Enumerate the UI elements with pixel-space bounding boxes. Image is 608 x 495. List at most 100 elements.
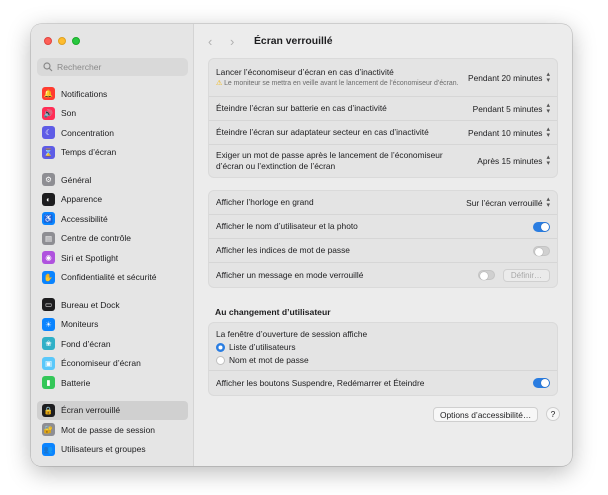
user-switch-group: La fenêtre d’ouverture de session affich… bbox=[208, 322, 558, 396]
users-icon: 👥 bbox=[42, 442, 55, 456]
sidebar-item-label: Confidentialité et sécurité bbox=[61, 272, 157, 283]
toolbar: ‹ › Écran verrouillé bbox=[195, 24, 572, 58]
hints-toggle[interactable] bbox=[533, 245, 550, 256]
sidebar-item-label: Son bbox=[61, 108, 77, 119]
radio-name-password-button[interactable] bbox=[216, 356, 225, 365]
sidebar-item-label: Fond d’écran bbox=[61, 338, 111, 349]
screensaver-warning-text: Le moniteur se mettra en veille avant le… bbox=[224, 80, 459, 87]
battery-icon: ▮ bbox=[42, 376, 55, 390]
maximize-window-button[interactable] bbox=[72, 37, 80, 45]
accessibility-icon: ♿ bbox=[42, 212, 55, 226]
accessibility-options-button[interactable]: Options d’accessibilité… bbox=[433, 407, 539, 422]
sidebar-item[interactable]: 🔒 Écran verrouillé bbox=[37, 400, 188, 420]
battery-popup[interactable]: Pendant 5 minutes ▴ ▾ bbox=[472, 102, 550, 115]
sidebar-item-label: Économiseur d’écran bbox=[61, 358, 141, 369]
hints-row: Afficher les indices de mot de passe bbox=[209, 239, 557, 263]
sidebar-item[interactable]: 👥 Utilisateurs et groupes bbox=[37, 440, 188, 460]
siri-icon: ◉ bbox=[42, 251, 55, 265]
sidebar-item[interactable]: ✋ Confidentialité et sécurité bbox=[37, 268, 188, 288]
back-arrow-icon[interactable]: ‹ bbox=[208, 34, 230, 49]
username-row: Afficher le nom d’utilisateur et la phot… bbox=[209, 215, 557, 239]
battery-value: Pendant 5 minutes bbox=[472, 103, 543, 114]
radio-users-list-button[interactable] bbox=[216, 343, 225, 352]
sidebar-item[interactable]: ◉ Siri et Spotlight bbox=[37, 248, 188, 268]
message-toggle[interactable] bbox=[477, 270, 495, 280]
radio-name-password[interactable]: Nom et mot de passe bbox=[216, 355, 550, 366]
lock-icon: 🔐 bbox=[42, 423, 55, 437]
username-label: Afficher le nom d’utilisateur et la phot… bbox=[216, 221, 358, 231]
adapter-label: Éteindre l’écran sur adaptateur secteur … bbox=[216, 127, 429, 137]
sidebar-item-label: Moniteurs bbox=[61, 319, 99, 330]
help-button[interactable]: ? bbox=[546, 407, 560, 421]
sidebar-item-label: Apparence bbox=[61, 194, 103, 205]
sidebar-item[interactable]: ▮ Batterie bbox=[37, 373, 188, 393]
sidebar-list: 🔔 Notifications 🔊 Son ☾ Concentration ⌛ Temps d… bbox=[37, 84, 188, 459]
login-window-row: La fenêtre d’ouverture de session affich… bbox=[209, 323, 557, 371]
dock-icon: ▭ bbox=[42, 298, 55, 312]
search-icon bbox=[43, 62, 53, 72]
sidebar-item[interactable]: 🔊 Son bbox=[37, 104, 188, 124]
hourglass-icon: ⌛ bbox=[42, 145, 55, 159]
sidebar-item-label: Centre de contrôle bbox=[61, 233, 131, 244]
sidebar-item-label: Utilisateurs et groupes bbox=[61, 444, 146, 455]
sidebar-item-label: Général bbox=[61, 174, 92, 185]
sidebar-item[interactable]: ◐ Apparence bbox=[37, 190, 188, 210]
window-controls bbox=[44, 37, 80, 45]
username-toggle[interactable] bbox=[533, 221, 550, 232]
sidebar-item-label: Bureau et Dock bbox=[61, 299, 120, 310]
radio-users-list-label: Liste d’utilisateurs bbox=[229, 342, 296, 352]
screensaver-value: Pendant 20 minutes bbox=[467, 72, 543, 83]
power-buttons-row: Afficher les boutons Suspendre, Redémarr… bbox=[209, 371, 557, 395]
sidebar-item[interactable]: ☾ Concentration bbox=[37, 123, 188, 143]
power-buttons-label: Afficher les boutons Suspendre, Redémarr… bbox=[216, 377, 425, 388]
page-title: Écran verrouillé bbox=[254, 35, 333, 47]
clock-label: Afficher l’horloge en grand bbox=[216, 197, 314, 207]
warning-icon: ⚠ bbox=[216, 80, 225, 87]
sidebar-item[interactable]: ♿ Accessibilité bbox=[37, 209, 188, 229]
sidebar-item[interactable]: ⌛ Temps d’écran bbox=[37, 143, 188, 163]
require-password-popup[interactable]: Après 15 minutes ▴ ▾ bbox=[477, 154, 550, 167]
clock-row: Afficher l’horloge en grand Sur l’écran … bbox=[209, 191, 557, 215]
login-window-label: La fenêtre d’ouverture de session affich… bbox=[216, 329, 368, 339]
settings-window: Rechercher 🔔 Notifications 🔊 Son ☾ Concentrat… bbox=[31, 24, 572, 466]
section-title: Au changement d’utilisateur bbox=[215, 307, 331, 317]
gear-icon: ⚙ bbox=[42, 173, 55, 187]
search-input[interactable]: Rechercher bbox=[37, 58, 188, 76]
close-window-button[interactable] bbox=[44, 37, 52, 45]
screensaver-warning: ⚠ Le moniteur se mettra en veille avant … bbox=[216, 79, 468, 88]
bell-icon: 🔔 bbox=[42, 87, 55, 101]
forward-arrow-icon[interactable]: › bbox=[230, 34, 252, 49]
sidebar-item[interactable]: ⚙ Général bbox=[37, 170, 188, 190]
sidebar-item[interactable]: ▤ Centre de contrôle bbox=[37, 229, 188, 249]
clock-popup[interactable]: Sur l’écran verrouillé ▴ ▾ bbox=[466, 196, 550, 209]
main-content: ‹ › Écran verrouillé Lancer l’économiseu… bbox=[195, 24, 572, 466]
battery-label: Éteindre l’écran sur batterie en cas d’i… bbox=[216, 103, 387, 113]
sidebar-item[interactable]: ▭ Bureau et Dock bbox=[37, 295, 188, 315]
sidebar-item[interactable]: ☀ Moniteurs bbox=[37, 315, 188, 335]
clock-value: Sur l’écran verrouillé bbox=[466, 197, 543, 208]
wallpaper-icon: ❀ bbox=[42, 337, 55, 351]
radio-users-list[interactable]: Liste d’utilisateurs bbox=[216, 342, 550, 353]
sidebar-item[interactable]: ▣ Économiseur d’écran bbox=[37, 354, 188, 374]
chevron-updown-icon: ▴ ▾ bbox=[546, 70, 550, 84]
sidebar-item-label: Batterie bbox=[61, 377, 91, 388]
lock-screen-display-group: Afficher l’horloge en grand Sur l’écran … bbox=[208, 190, 558, 288]
power-buttons-toggle[interactable] bbox=[533, 378, 550, 388]
sidebar-item-label: Siri et Spotlight bbox=[61, 252, 119, 263]
require-password-value: Après 15 minutes bbox=[477, 156, 543, 166]
chevron-updown-icon: ▴ ▾ bbox=[546, 154, 550, 167]
minimize-window-button[interactable] bbox=[58, 37, 66, 45]
screensaver-popup[interactable]: Pendant 20 minutes ▴ ▾ bbox=[467, 70, 550, 84]
sidebar-item[interactable]: ❀ Fond d’écran bbox=[37, 334, 188, 354]
battery-row: Éteindre l’écran sur batterie en cas d’i… bbox=[209, 97, 557, 121]
sidebar-item-label: Mot de passe de session bbox=[61, 424, 156, 435]
sidebar-item-label: Écran verrouillé bbox=[61, 405, 121, 416]
sidebar-item[interactable]: 🔐 Mot de passe de session bbox=[37, 420, 188, 440]
chevron-updown-icon: ▴ ▾ bbox=[546, 125, 550, 139]
sidebar-item[interactable]: 🔔 Notifications bbox=[37, 84, 188, 104]
appearance-icon: ◐ bbox=[42, 192, 55, 206]
set-message-button[interactable]: Définir… bbox=[502, 268, 550, 282]
adapter-popup[interactable]: Pendant 10 minutes ▴ ▾ bbox=[468, 125, 550, 139]
